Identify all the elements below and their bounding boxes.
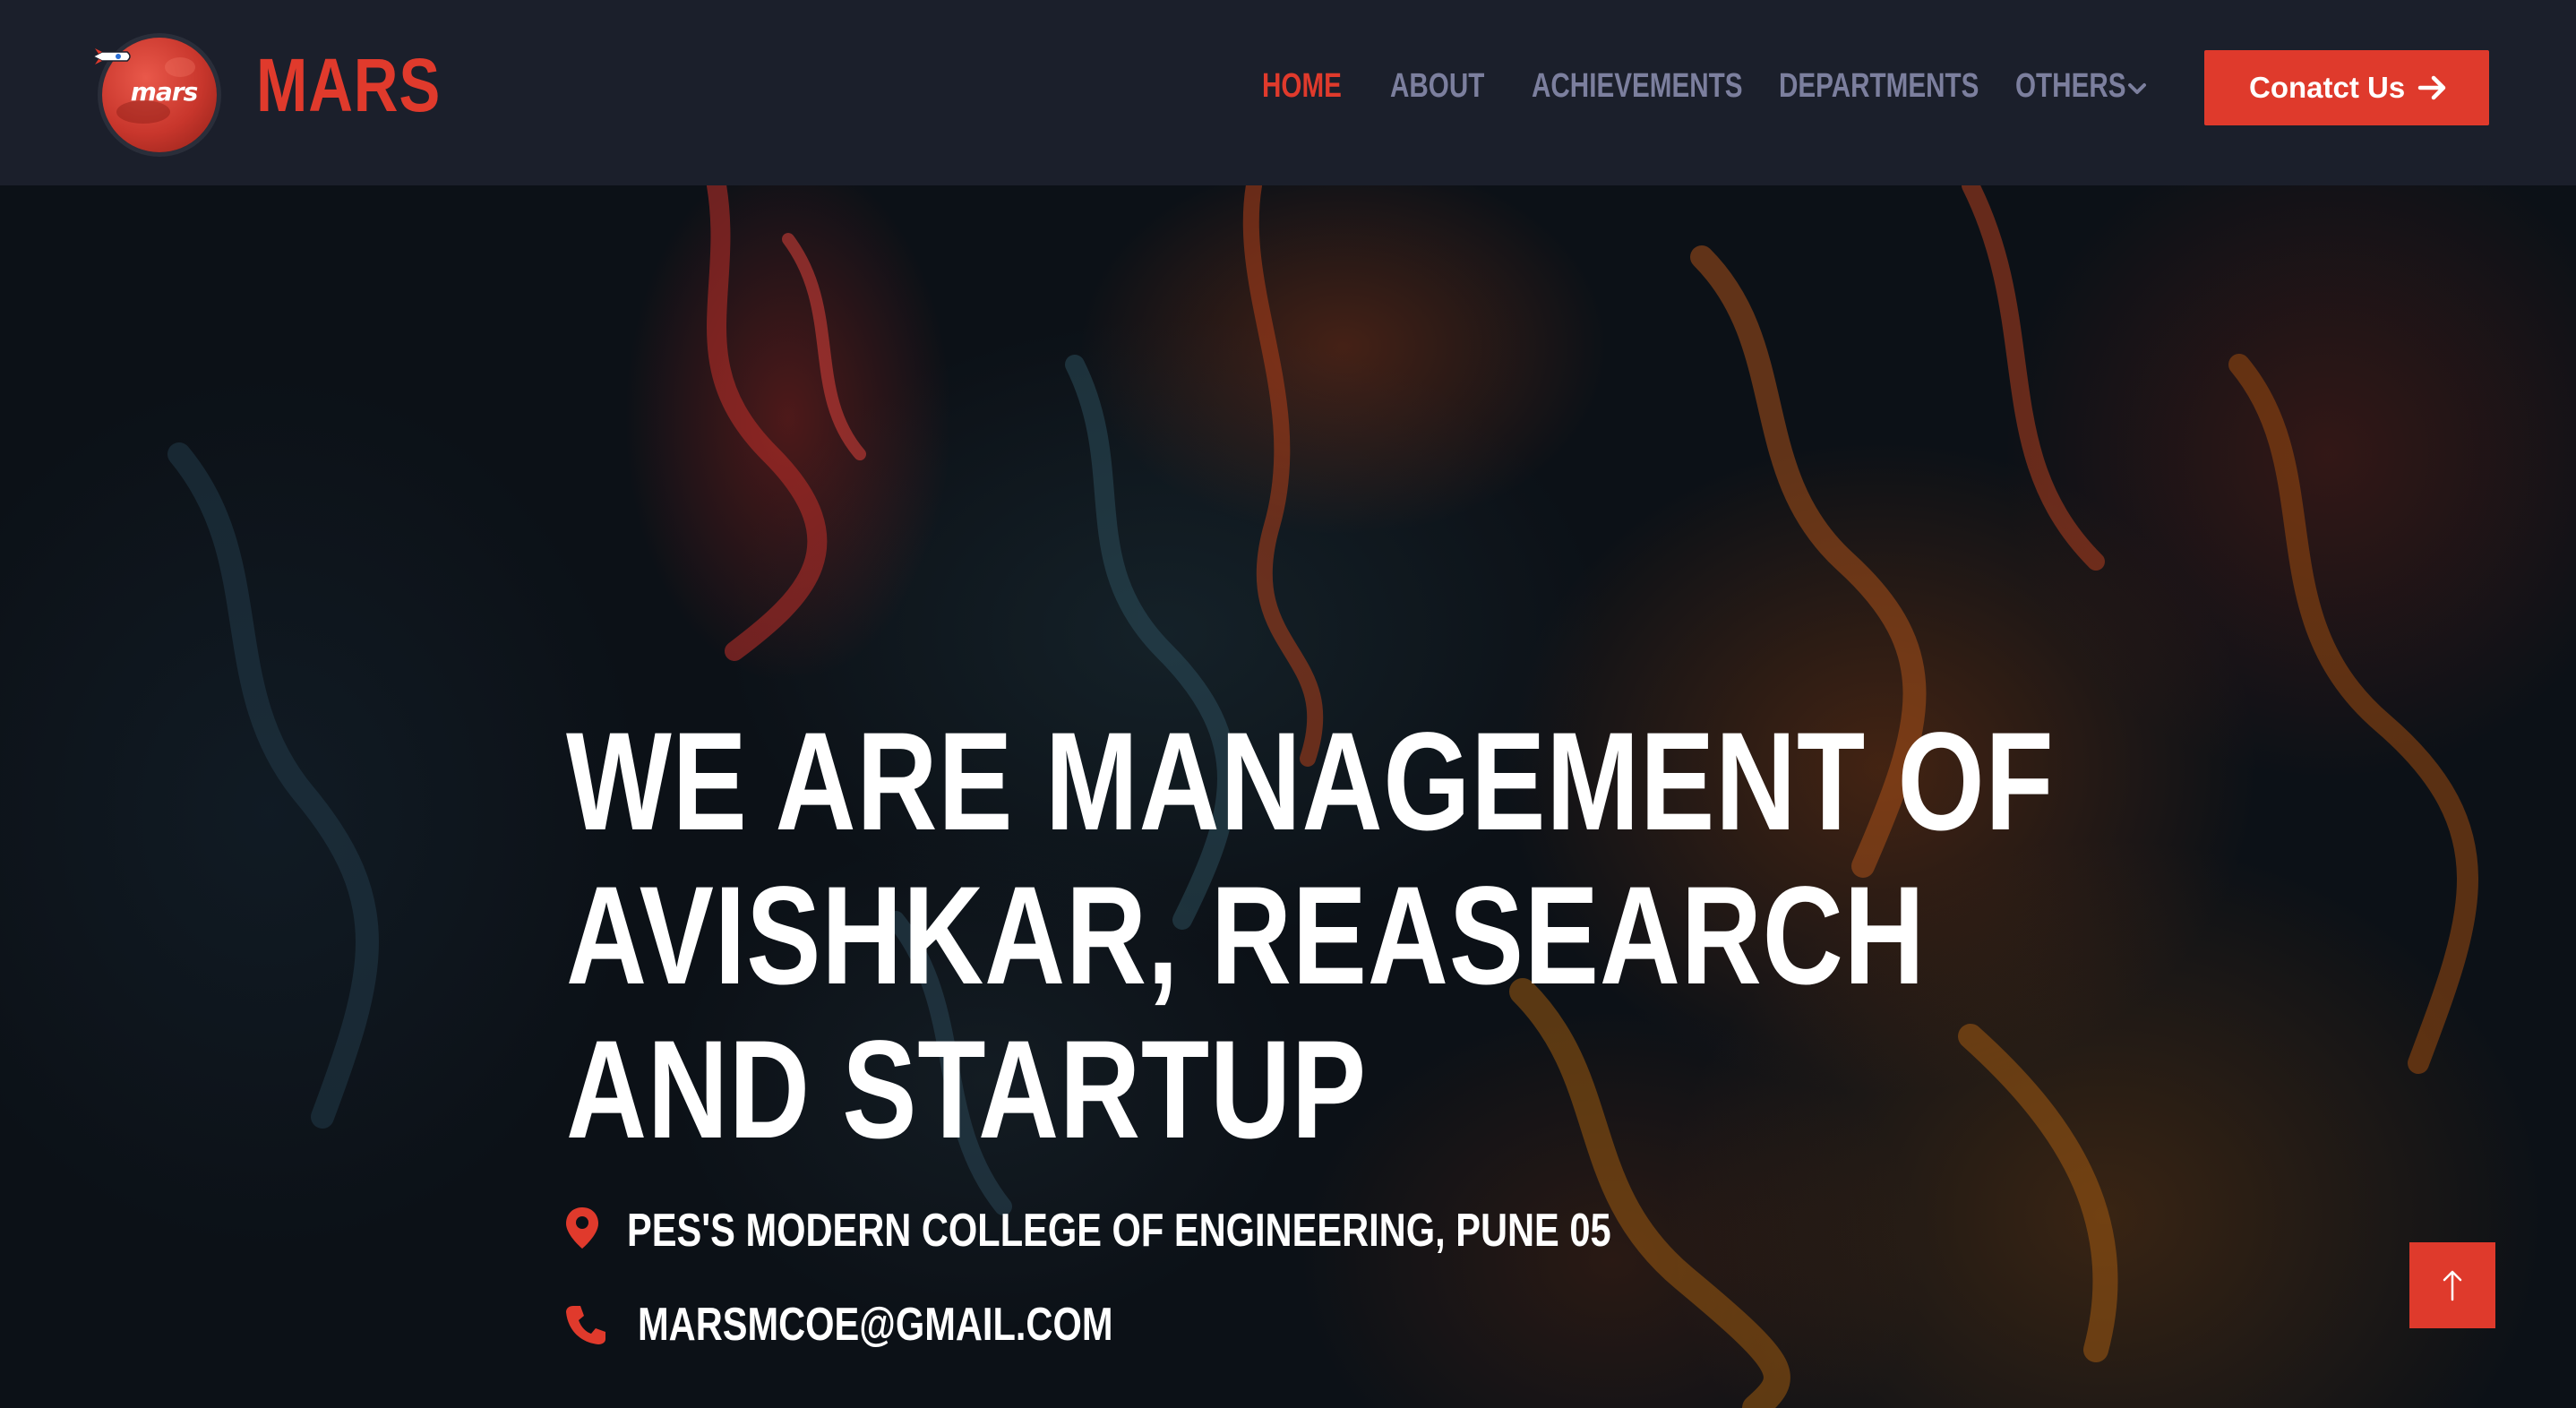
scroll-to-top-button[interactable] xyxy=(2409,1242,2495,1328)
nav-achievements[interactable]: ACHIEVEMENTS xyxy=(1532,54,1742,118)
hero-section: WE ARE MANAGEMENT OF AVISHKAR, REASEARCH… xyxy=(0,185,2576,1408)
arrow-up-icon xyxy=(2443,1270,2462,1301)
arrow-right-icon xyxy=(2417,75,2446,100)
headline-line: AND STARTUP xyxy=(566,1012,1367,1168)
brand-name[interactable]: MARS xyxy=(256,36,441,134)
logo-wordmark: mars xyxy=(130,77,199,107)
map-pin-icon xyxy=(566,1207,598,1249)
headline-line: WE ARE MANAGEMENT OF xyxy=(566,704,2055,860)
contact-us-label: Conatct Us xyxy=(2249,71,2406,104)
chevron-down-icon[interactable] xyxy=(2125,77,2149,100)
rocket-icon xyxy=(91,48,131,64)
contact-us-button[interactable]: Conatct Us xyxy=(2204,50,2489,125)
address-text: PES'S MODERN COLLEGE OF ENGINEERING, PUN… xyxy=(627,1205,1611,1257)
navbar: mars MARS HOME ABOUT ACHIEVEMENTS DEPART… xyxy=(0,0,2576,185)
hero-headline: WE ARE MANAGEMENT OF AVISHKAR, REASEARCH… xyxy=(566,704,2055,1168)
email-row: MARSMCOE@GMAIL.COM xyxy=(564,1296,1460,1353)
nav-departments[interactable]: DEPARTMENTS xyxy=(1779,54,1979,118)
page: mars MARS HOME ABOUT ACHIEVEMENTS DEPART… xyxy=(0,0,2576,1408)
nav-about[interactable]: ABOUT xyxy=(1390,54,1484,118)
email-link[interactable]: MARSMCOE@GMAIL.COM xyxy=(638,1296,1112,1353)
headline-line: AVISHKAR, REASEARCH xyxy=(566,858,1926,1014)
logo[interactable]: mars xyxy=(86,30,219,152)
phone-icon xyxy=(566,1306,605,1344)
nav-home[interactable]: HOME xyxy=(1262,54,1342,118)
address-row: PES'S MODERN COLLEGE OF ENGINEERING, PUN… xyxy=(564,1202,1639,1259)
nav-others[interactable]: OTHERS xyxy=(2015,54,2126,118)
